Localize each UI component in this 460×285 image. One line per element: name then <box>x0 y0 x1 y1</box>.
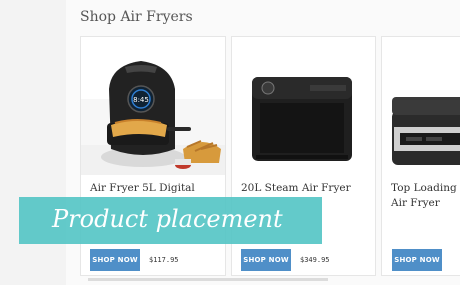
shop-now-button[interactable]: SHOP NOW <box>392 249 442 271</box>
product-image[interactable] <box>382 37 460 175</box>
overlay-text: Product placement <box>52 205 283 233</box>
product-title[interactable]: 20L Steam Air Fryer <box>241 181 373 196</box>
shop-now-button[interactable]: SHOP NOW <box>90 249 140 271</box>
carousel-scroll-indicator[interactable] <box>88 278 328 281</box>
shop-now-button[interactable]: SHOP NOW <box>241 249 291 271</box>
product-image[interactable]: 8:45 <box>81 37 225 175</box>
product-image[interactable] <box>232 37 375 175</box>
caption-overlay: Product placement <box>19 197 322 244</box>
product-title[interactable]: Air Fryer 5L Digital <box>90 181 222 196</box>
product-card[interactable]: Top Loading Air Fryer SHOP NOW <box>381 36 460 276</box>
product-price: $349.95 <box>300 256 330 264</box>
svg-text:8:45: 8:45 <box>133 96 149 104</box>
product-title[interactable]: Top Loading Air Fryer <box>391 181 460 211</box>
section-title: Shop Air Fryers <box>80 9 193 25</box>
product-price: $117.95 <box>149 256 179 264</box>
